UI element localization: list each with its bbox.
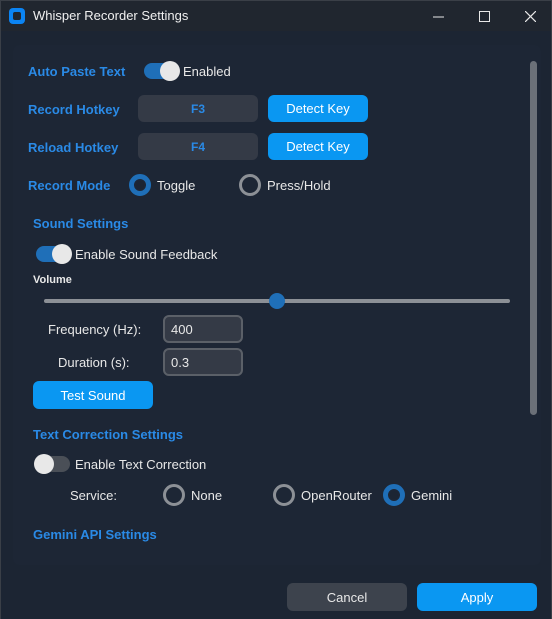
service-openrouter-label: OpenRouter [301, 488, 372, 503]
record-mode-presshold-label: Press/Hold [267, 178, 331, 193]
auto-paste-state: Enabled [183, 64, 231, 79]
record-hotkey-label: Record Hotkey [28, 102, 120, 117]
sound-feedback-switch[interactable] [36, 244, 72, 264]
settings-window: Whisper Recorder Settings Auto Paste Tex… [0, 0, 552, 619]
reload-hotkey-label: Reload Hotkey [28, 140, 119, 155]
auto-paste-switch[interactable] [144, 61, 180, 81]
duration-label: Duration (s): [58, 355, 130, 370]
gemini-api-heading: Gemini API Settings [33, 527, 157, 542]
service-gemini-label: Gemini [411, 488, 453, 503]
text-correction-heading: Text Correction Settings [33, 427, 184, 442]
frequency-input[interactable]: 400 [163, 315, 243, 343]
test-sound-button[interactable]: Test Sound [33, 381, 153, 409]
minimize-button[interactable] [415, 1, 461, 31]
reload-detect-key-button[interactable]: Detect Key [268, 133, 368, 160]
maximize-button[interactable] [461, 1, 507, 31]
volume-slider-knob[interactable] [269, 293, 285, 309]
title-bar: Whisper Recorder Settings [1, 1, 551, 31]
service-label: Service: [70, 488, 117, 503]
switch-knob [34, 454, 54, 474]
switch-knob [52, 244, 72, 264]
duration-input[interactable]: 0.3 [163, 348, 243, 376]
record-detect-key-button[interactable]: Detect Key [268, 95, 368, 122]
sound-settings-heading: Sound Settings [33, 216, 129, 231]
record-mode-toggle-radio[interactable] [129, 174, 151, 196]
app-icon [9, 8, 25, 24]
cancel-button[interactable]: Cancel [287, 583, 407, 611]
volume-label: Volume [33, 274, 72, 286]
minimize-icon [432, 16, 444, 17]
record-mode-presshold-radio[interactable] [239, 174, 261, 196]
scrollbar-thumb[interactable] [530, 61, 537, 415]
switch-knob [160, 61, 180, 81]
window-title: Whisper Recorder Settings [33, 8, 189, 23]
sound-feedback-label: Enable Sound Feedback [75, 247, 218, 262]
frequency-label: Frequency (Hz): [48, 322, 142, 337]
text-correction-switch[interactable] [34, 454, 70, 474]
text-correction-label: Enable Text Correction [75, 457, 207, 472]
close-icon [524, 10, 536, 22]
record-mode-toggle-label: Toggle [157, 178, 196, 193]
service-gemini-radio[interactable] [383, 484, 405, 506]
record-mode-label: Record Mode [28, 178, 111, 193]
service-none-label: None [191, 488, 223, 503]
service-openrouter-radio[interactable] [273, 484, 295, 506]
apply-button[interactable]: Apply [417, 583, 537, 611]
maximize-icon [478, 10, 490, 22]
auto-paste-label: Auto Paste Text [28, 64, 126, 79]
service-none-radio[interactable] [163, 484, 185, 506]
reload-hotkey-field[interactable]: F4 [138, 133, 258, 160]
close-button[interactable] [507, 1, 552, 31]
record-hotkey-field[interactable]: F3 [138, 95, 258, 122]
